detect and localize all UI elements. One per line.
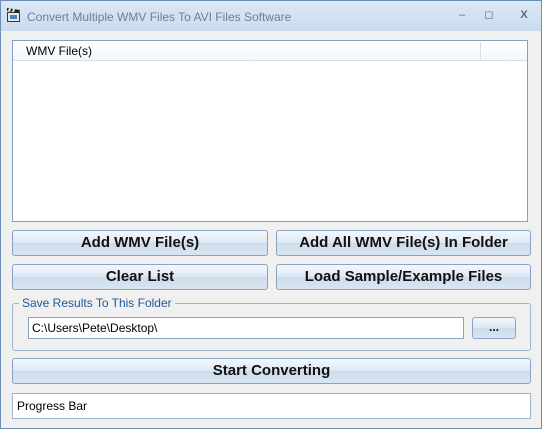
column-header-wmv-files[interactable]: WMV File(s)	[26, 44, 92, 58]
maximize-button[interactable]: ◻	[479, 7, 499, 23]
column-separator[interactable]	[480, 42, 481, 59]
film-clapper-icon[interactable]	[6, 7, 22, 23]
start-converting-button[interactable]: Start Converting	[12, 358, 531, 384]
add-files-button[interactable]: Add WMV File(s)	[12, 230, 268, 256]
load-samples-button[interactable]: Load Sample/Example Files	[276, 264, 531, 290]
title-bar[interactable]: Convert Multiple WMV Files To AVI Files …	[1, 1, 541, 31]
close-button[interactable]: X	[514, 7, 534, 23]
add-folder-button[interactable]: Add All WMV File(s) In Folder	[276, 230, 531, 256]
output-folder-group: Save Results To This Folder C:\Users\Pet…	[12, 296, 531, 351]
output-path-field[interactable]: C:\Users\Pete\Desktop\	[28, 317, 464, 339]
browse-button[interactable]: ...	[472, 317, 516, 339]
client-area: WMV File(s) Add WMV File(s) Add All WMV …	[1, 31, 541, 428]
minimize-button[interactable]: –	[452, 7, 472, 23]
output-folder-label: Save Results To This Folder	[19, 296, 175, 310]
window-title: Convert Multiple WMV Files To AVI Files …	[27, 10, 292, 24]
clear-list-button[interactable]: Clear List	[12, 264, 268, 290]
file-list[interactable]: WMV File(s)	[12, 40, 528, 222]
app-window: Convert Multiple WMV Files To AVI Files …	[0, 0, 542, 429]
progress-bar: Progress Bar	[12, 393, 531, 419]
list-header: WMV File(s)	[13, 41, 527, 61]
